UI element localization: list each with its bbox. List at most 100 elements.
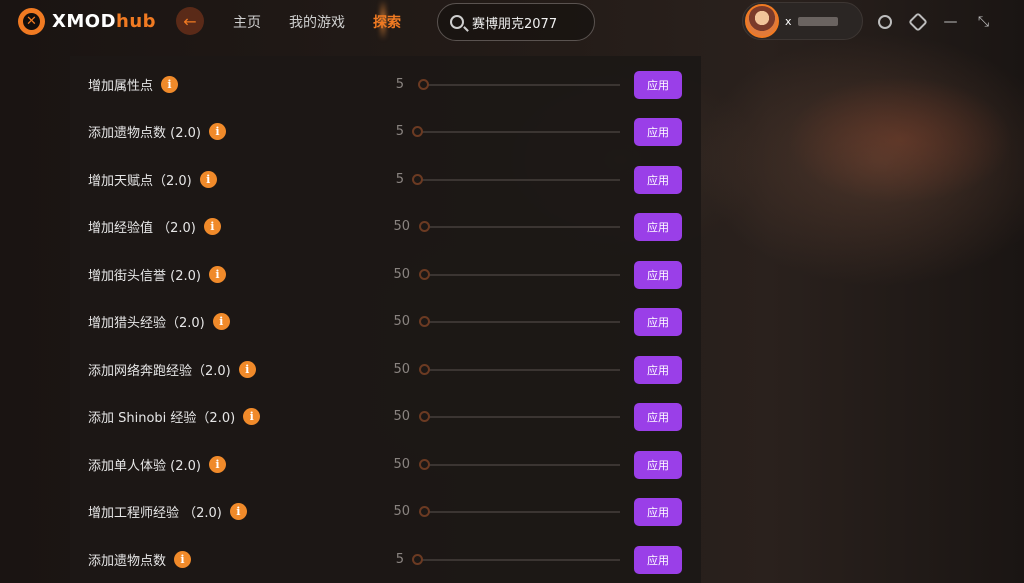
cheat-label: 增加猎头经验（2.0) i <box>88 312 230 331</box>
cheat-value: 50 <box>393 267 410 282</box>
nav-my-games[interactable]: 我的游戏 <box>289 12 345 32</box>
cheat-value: 5 <box>395 77 404 92</box>
apply-button[interactable]: 应用 <box>634 307 682 336</box>
cheat-row: 增加工程师经验 （2.0) i 50 应用 <box>70 488 701 535</box>
cheat-name: 添加遗物点数 <box>88 554 167 569</box>
cheat-name: 添加单人体验 (2.0) <box>88 459 201 474</box>
search-box[interactable] <box>437 3 595 41</box>
value-slider[interactable] <box>419 363 620 375</box>
apply-button[interactable]: 应用 <box>634 545 682 574</box>
slider-handle[interactable] <box>419 268 430 280</box>
notification-button[interactable] <box>876 13 893 30</box>
cheat-label: 添加 Shinobi 经验（2.0) i <box>88 407 261 426</box>
cheat-name: 增加经验值 （2.0) <box>88 221 196 236</box>
info-icon[interactable]: i <box>243 408 261 425</box>
cheat-label: 增加经验值 （2.0) i <box>88 217 221 236</box>
value-slider[interactable] <box>419 458 620 470</box>
slider-handle[interactable] <box>419 505 430 517</box>
brand-hub: hub <box>116 11 157 32</box>
info-icon[interactable]: i <box>238 361 256 378</box>
apply-button[interactable]: 应用 <box>634 117 682 146</box>
app-brand: XMODhub <box>52 11 156 32</box>
value-slider[interactable] <box>418 78 620 90</box>
value-slider[interactable] <box>412 173 620 185</box>
settings-button[interactable] <box>907 11 928 32</box>
fullscreen-icon: ⤡ <box>977 13 990 30</box>
apply-button[interactable]: 应用 <box>634 402 682 431</box>
slider-handle[interactable] <box>419 363 430 375</box>
cheat-row: 增加经验值 （2.0) i 50 应用 <box>70 203 701 250</box>
nav-home[interactable]: 主页 <box>233 12 261 32</box>
value-slider[interactable] <box>419 315 620 327</box>
cheat-row: 添加遗物点数 (2.0) i 5 应用 <box>70 108 701 155</box>
value-slider[interactable] <box>419 220 620 232</box>
cheat-value: 5 <box>395 172 404 187</box>
fullscreen-button[interactable]: ⤡ <box>975 13 992 30</box>
slider-handle[interactable] <box>419 220 430 232</box>
apply-button[interactable]: 应用 <box>634 165 682 194</box>
cheat-row: 增加猎头经验（2.0) i 50 应用 <box>70 298 701 345</box>
cheat-value: 50 <box>393 219 410 234</box>
cheat-label: 添加遗物点数 (2.0) i <box>88 122 226 141</box>
value-slider[interactable] <box>412 125 620 137</box>
info-icon[interactable]: i <box>203 218 221 235</box>
value-slider[interactable] <box>412 553 620 565</box>
username: x <box>785 14 792 28</box>
apply-button[interactable]: 应用 <box>634 450 682 479</box>
cheat-name: 增加天赋点（2.0) <box>88 174 192 189</box>
app-logo[interactable]: XMODhub <box>18 8 156 35</box>
cheat-row: 增加属性点 i 5 应用 <box>70 61 701 108</box>
minimize-icon: — <box>943 13 958 30</box>
arrow-left-icon: ← <box>183 11 197 31</box>
slider-handle[interactable] <box>412 173 423 185</box>
window-controls: — ⤡ <box>876 11 992 32</box>
value-slider[interactable] <box>419 505 620 517</box>
slider-handle[interactable] <box>412 553 423 565</box>
cheat-value: 5 <box>395 124 404 139</box>
info-icon[interactable]: i <box>229 503 247 520</box>
top-bar: XMODhub ← 主页 我的游戏 探索 x — ⤡ <box>0 0 1024 44</box>
user-profile[interactable]: x <box>742 2 863 40</box>
slider-handle[interactable] <box>419 410 430 422</box>
bell-icon <box>877 14 892 29</box>
info-icon[interactable]: i <box>208 266 226 283</box>
avatar <box>745 4 779 38</box>
info-icon[interactable]: i <box>212 313 230 330</box>
cheat-name: 增加工程师经验 （2.0) <box>88 506 222 521</box>
slider-handle[interactable] <box>419 315 430 327</box>
apply-button[interactable]: 应用 <box>634 212 682 241</box>
minimize-button[interactable]: — <box>942 13 959 30</box>
value-slider[interactable] <box>419 268 620 280</box>
apply-button[interactable]: 应用 <box>634 497 682 526</box>
cheat-name: 添加遗物点数 (2.0) <box>88 126 201 141</box>
cheat-value: 50 <box>393 362 410 377</box>
slider-handle[interactable] <box>412 125 423 137</box>
cheat-label: 添加单人体验 (2.0) i <box>88 455 226 474</box>
info-icon[interactable]: i <box>161 76 179 93</box>
cheat-name: 增加街头信誉 (2.0) <box>88 269 201 284</box>
value-slider[interactable] <box>419 410 620 422</box>
back-button[interactable]: ← <box>176 7 204 35</box>
cheat-row: 添加网络奔跑经验（2.0) i 50 应用 <box>70 346 701 393</box>
info-icon[interactable]: i <box>174 551 192 568</box>
slider-handle[interactable] <box>419 458 430 470</box>
apply-button[interactable]: 应用 <box>634 70 682 99</box>
apply-button[interactable]: 应用 <box>634 355 682 384</box>
cheat-value: 50 <box>393 409 410 424</box>
info-icon[interactable]: i <box>208 123 226 140</box>
slider-handle[interactable] <box>418 78 429 90</box>
cheat-value: 50 <box>393 314 410 329</box>
cheat-value: 50 <box>393 457 410 472</box>
nav-explore[interactable]: 探索 <box>373 12 401 32</box>
cheat-row: 添加 Shinobi 经验（2.0) i 50 应用 <box>70 393 701 440</box>
search-input[interactable] <box>472 14 582 30</box>
search-icon <box>450 15 464 29</box>
cheat-value: 50 <box>393 504 410 519</box>
info-icon[interactable]: i <box>208 456 226 473</box>
cheat-row: 增加天赋点（2.0) i 5 应用 <box>70 156 701 203</box>
xmod-logo-icon <box>18 8 45 35</box>
cheat-name: 增加属性点 <box>88 79 154 94</box>
apply-button[interactable]: 应用 <box>634 260 682 289</box>
cheat-panel: 增加属性点 i 5 应用 添加遗物点数 (2.0) i 5 应用 增加天赋点（2.0… <box>70 56 701 583</box>
info-icon[interactable]: i <box>199 171 217 188</box>
